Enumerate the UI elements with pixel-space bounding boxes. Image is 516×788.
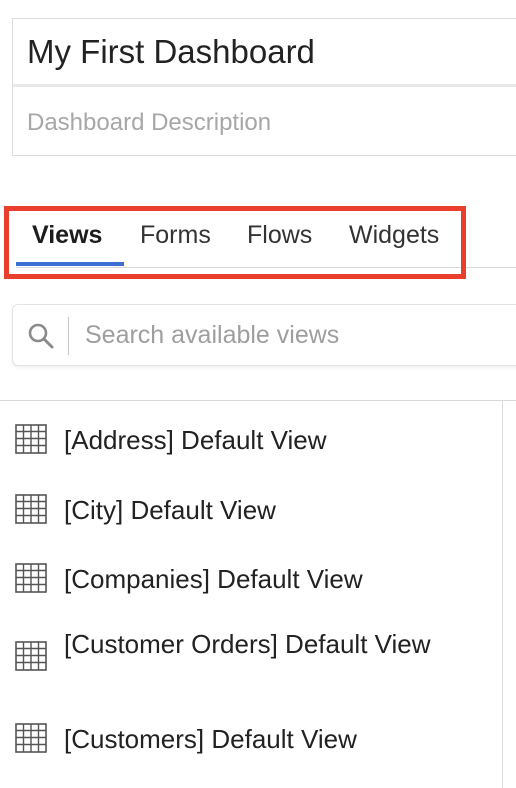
table-grid-icon [15,723,47,753]
list-item-label: [Customers] Default View [64,724,357,754]
list-item-label: [Customer Orders] Default View [64,629,431,659]
views-search-box [12,304,516,366]
list-divider [502,400,503,788]
table-grid-icon [15,424,47,454]
tab-flows-label: Flows [247,221,313,249]
list-item-label: [Address] Default View [64,425,327,455]
table-grid-icon [15,641,47,671]
dashboard-editor-panel: Views Forms Flows Widgets [0,0,516,788]
tab-widgets-label: Widgets [349,221,440,249]
list-item-address-view[interactable]: [Address] Default View [0,416,500,466]
tab-views[interactable]: Views [32,206,102,268]
tab-forms[interactable]: Forms [140,206,211,268]
list-item-label: [Companies] Default View [64,564,363,594]
list-item-city-view[interactable]: [City] Default View [0,486,500,536]
list-item-customers-view[interactable]: [Customers] Default View [0,715,500,765]
table-grid-icon [15,563,47,593]
table-grid-icon [15,494,47,524]
list-item-label: [City] Default View [64,495,276,525]
search-icon [28,323,54,349]
tab-widgets[interactable]: Widgets [349,206,439,268]
list-item-customer-orders-view[interactable]: [Customer Orders] Default View [0,626,500,692]
search-views-input[interactable] [85,305,515,365]
dashboard-details-card [12,18,516,156]
list-item-companies-view[interactable]: [Companies] Default View [0,555,500,605]
dashboard-title-input[interactable] [13,19,516,87]
dashboard-description-input[interactable] [13,90,516,156]
tab-views-label: Views [32,221,103,249]
active-tab-indicator [16,262,124,266]
search-divider [68,317,69,355]
tab-flows[interactable]: Flows [247,206,312,268]
tab-forms-label: Forms [140,221,211,249]
tab-bar: Views Forms Flows Widgets [16,206,516,268]
